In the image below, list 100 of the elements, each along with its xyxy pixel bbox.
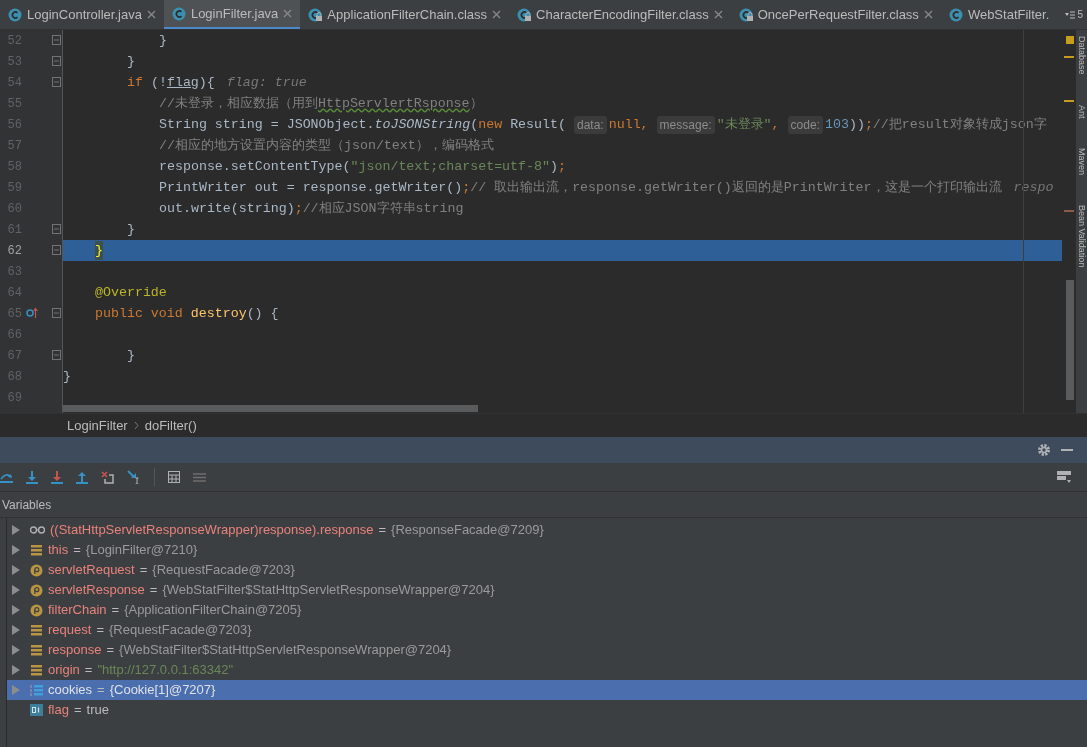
code-token: (! xyxy=(149,73,167,92)
equals-sign: = xyxy=(96,621,104,640)
variable-row[interactable]: flag = true xyxy=(7,700,1087,720)
expand-arrow-icon[interactable] xyxy=(12,665,20,675)
editor-tab[interactable]: CharacterEncodingFilter.class xyxy=(509,0,731,29)
close-icon[interactable] xyxy=(492,10,502,19)
fold-icon[interactable] xyxy=(52,224,61,234)
more-tabs-button[interactable]: 5 xyxy=(1065,0,1087,29)
step-over-icon[interactable] xyxy=(0,471,13,483)
variable-name: ((StatHttpServletResponseWrapper)response).response xyxy=(50,521,374,540)
variable-row[interactable]: this = {LoginFilter@7210} xyxy=(7,540,1087,560)
expand-arrow-icon[interactable] xyxy=(12,585,20,595)
variable-row[interactable]: cookies = {Cookie[1]@7207} xyxy=(7,680,1087,700)
code-token: //相应JSON字符串string xyxy=(302,199,464,218)
layout-icon[interactable] xyxy=(1057,471,1071,483)
fold-icon[interactable] xyxy=(52,308,61,318)
expand-arrow-icon[interactable] xyxy=(12,605,20,615)
fold-icon[interactable] xyxy=(52,245,61,255)
expand-arrow-icon[interactable] xyxy=(12,625,20,635)
numbered-list-icon xyxy=(30,683,43,697)
calculator-icon[interactable] xyxy=(168,471,180,483)
tool-window-button[interactable]: Ant xyxy=(1076,104,1087,119)
variable-value: {RequestFacade@7203} xyxy=(152,561,295,580)
fold-icon[interactable] xyxy=(52,56,61,66)
step-into-icon[interactable] xyxy=(26,470,38,484)
equals-sign: = xyxy=(139,561,148,580)
locked-class-icon xyxy=(517,7,532,22)
code-token: ){ xyxy=(198,73,215,92)
code-token: )) xyxy=(848,115,865,134)
drop-frame-icon[interactable] xyxy=(101,470,114,484)
variable-name: flag xyxy=(48,701,69,720)
variable-row[interactable]: servletRequest = {RequestFacade@7203} xyxy=(7,560,1087,580)
expand-arrow-icon[interactable] xyxy=(12,565,20,575)
close-icon[interactable] xyxy=(923,10,933,19)
class-icon xyxy=(8,7,22,22)
class-icon xyxy=(171,6,186,21)
run-to-cursor-icon[interactable] xyxy=(127,470,141,484)
code-token: toJSONString xyxy=(374,115,471,134)
editor-tab[interactable]: WebStatFilter. xyxy=(940,0,1058,29)
code-token: if xyxy=(127,73,143,92)
variable-row[interactable]: ((StatHttpServletResponseWrapper)response).response = {ResponseFacade@7209} xyxy=(7,520,1087,540)
variable-row[interactable]: servletResponse = {WebStatFilter$StatHttpServletResponseWrapper@7204} xyxy=(7,580,1087,600)
variable-row[interactable]: origin = "http://127.0.0.1:63342" xyxy=(7,660,1087,680)
parameter-hint: message: xyxy=(656,115,715,134)
editor-tab[interactable]: ApplicationFilterChain.class xyxy=(300,0,510,29)
expand-arrow-icon[interactable] xyxy=(12,645,20,655)
binary-icon xyxy=(30,703,43,717)
class-icon xyxy=(948,7,963,22)
force-step-into-icon[interactable] xyxy=(51,470,63,484)
code-token: out.write(string) xyxy=(159,199,295,218)
variable-value: "http://127.0.0.1:63342" xyxy=(97,661,234,680)
tool-window-button[interactable]: Maven xyxy=(1076,148,1087,176)
horizontal-scrollbar[interactable] xyxy=(63,405,478,412)
tool-window-button[interactable]: Database xyxy=(1076,36,1087,75)
code-token: Result( xyxy=(509,115,566,134)
variable-name: origin xyxy=(48,661,80,680)
close-icon[interactable] xyxy=(283,9,293,18)
equals-sign: = xyxy=(378,521,387,540)
fold-icon[interactable] xyxy=(52,77,61,87)
fold-icon[interactable] xyxy=(52,350,61,360)
code-token: response.setContentType( xyxy=(159,157,351,176)
inline-debug-value: respo xyxy=(1013,178,1054,197)
tool-window-button[interactable]: Bean Validation xyxy=(1076,205,1087,268)
code-token: , xyxy=(771,115,780,134)
editor-tab[interactable]: OncePerRequestFilter.class xyxy=(730,0,941,29)
equals-sign: = xyxy=(149,581,158,600)
variable-row[interactable]: filterChain = {ApplicationFilterChain@7205} xyxy=(7,600,1087,620)
equals-sign: = xyxy=(97,681,105,700)
code-token: //相应的地方设置内容的类型（json/text），编码格式 xyxy=(159,136,494,155)
code-token: flag xyxy=(166,73,199,92)
code-token: "json/text;charset=utf-8" xyxy=(350,157,550,176)
glasses-icon xyxy=(30,523,45,537)
expand-arrow-icon[interactable] xyxy=(12,525,20,535)
code-token: } xyxy=(127,52,135,71)
editor-tab[interactable]: LoginFilter.java xyxy=(163,0,301,29)
code-token: ; xyxy=(294,199,303,218)
code-token: new xyxy=(478,115,503,134)
settings-icon[interactable] xyxy=(1037,443,1051,457)
code-token: //把result对象转成json字 xyxy=(872,115,1047,134)
fold-icon[interactable] xyxy=(52,35,61,45)
equals-sign: = xyxy=(106,641,115,660)
equals-sign: = xyxy=(84,661,93,680)
step-out-icon[interactable] xyxy=(76,470,88,484)
variable-row[interactable]: response = {WebStatFilter$StatHttpServletResponseWrapper@7204} xyxy=(7,640,1087,660)
variable-value: {WebStatFilter$StatHttpServletResponseWrapper@7204} xyxy=(119,641,452,660)
parameter-hint: code: xyxy=(787,115,823,134)
variable-value: {LoginFilter@7210} xyxy=(85,541,198,560)
expand-arrow-icon[interactable] xyxy=(12,545,20,555)
variable-row[interactable]: request = {RequestFacade@7203} xyxy=(7,620,1087,640)
variable-name: servletResponse xyxy=(48,581,145,600)
breadcrumb-item[interactable]: doFilter() xyxy=(144,415,197,436)
trace-icon[interactable] xyxy=(193,471,206,483)
vertical-scrollbar[interactable] xyxy=(1066,280,1074,400)
variable-value: true xyxy=(86,701,109,720)
close-icon[interactable] xyxy=(146,10,156,19)
close-icon[interactable] xyxy=(713,10,723,19)
code-token: ( xyxy=(470,115,479,134)
breadcrumb-item[interactable]: LoginFilter xyxy=(67,415,128,436)
variable-name: request xyxy=(48,621,92,640)
editor-tab[interactable]: LoginController.java xyxy=(0,0,164,29)
